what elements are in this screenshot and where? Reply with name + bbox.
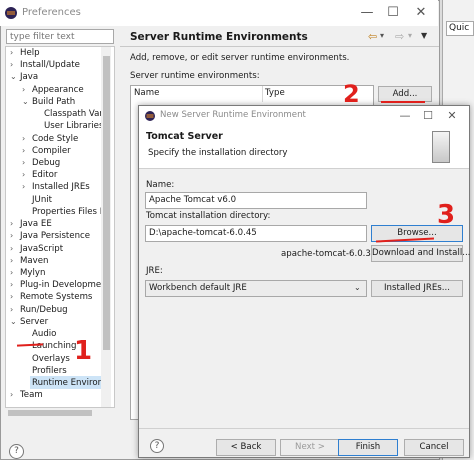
tree-item[interactable]: Java [20,71,38,83]
tree-item[interactable]: Properties Files Ed [32,206,111,218]
tree-item[interactable]: Appearance [32,84,84,96]
tree-item[interactable]: Java Persistence [20,230,90,242]
tree-collapsed-icon[interactable]: › [10,280,13,289]
tree-item[interactable]: Profilers [32,365,67,377]
tree-collapsed-icon[interactable]: › [10,244,13,253]
tree-item[interactable]: Editor [32,169,57,181]
tree-item[interactable]: Runtime Environm [32,377,111,389]
forward-dropdown-icon[interactable]: ▾ [408,31,412,40]
back-arrow-icon[interactable]: ⇦ [368,30,377,43]
tree-item[interactable]: Run/Debug [20,304,68,316]
tree-hscroll-thumb[interactable] [8,410,92,416]
directory-field[interactable]: D:\apache-tomcat-6.0.45 [145,225,367,242]
eclipse-app-icon [5,7,17,19]
version-text: apache-tomcat-6.0.37 [281,249,377,259]
annotation-number-2: 2 [343,80,360,108]
tree-item[interactable]: Remote Systems [20,291,92,303]
back-button[interactable]: < Back [216,439,276,456]
dialog-subtitle: Specify the installation directory [148,148,288,158]
tree-item[interactable]: Compiler [32,145,71,157]
close-icon[interactable]: ✕ [412,4,430,22]
minimize-icon[interactable]: — [358,4,376,22]
tree-collapsed-icon[interactable]: › [10,268,13,277]
tree-collapsed-icon[interactable]: › [10,219,13,228]
tree-collapsed-icon[interactable]: › [10,256,13,265]
tree-collapsed-icon[interactable]: › [22,170,25,179]
close-icon[interactable]: ✕ [444,107,460,125]
tree-item[interactable]: Install/Update [20,59,80,71]
forward-arrow-icon[interactable]: ⇨ [395,30,404,43]
maximize-icon[interactable]: ☐ [384,4,402,22]
jre-label: JRE: [146,266,163,276]
column-divider[interactable] [262,86,263,102]
annotation-underline-add [381,101,425,103]
tree-collapsed-icon[interactable]: › [10,48,13,57]
tree-item[interactable]: Server [20,316,48,328]
jre-select[interactable]: Workbench default JRE [145,280,367,297]
installed-jres-button[interactable]: Installed JREs... [371,280,463,297]
preferences-title: Preferences [22,7,81,18]
tree-collapsed-icon[interactable]: › [10,60,13,69]
annotation-number-1: 1 [74,336,93,366]
tree-collapsed-icon[interactable]: › [10,390,13,399]
tree-item[interactable]: Maven [20,255,49,267]
finish-button[interactable]: Finish [338,439,398,456]
tree-item[interactable]: Java EE [20,218,52,230]
tree-collapsed-icon[interactable]: › [22,85,25,94]
tree-item[interactable]: Debug [32,157,60,169]
column-header-name[interactable]: Name [134,88,159,98]
tree-collapsed-icon[interactable]: › [10,305,13,314]
tree-item[interactable]: Launching [32,340,76,352]
filter-input[interactable] [6,29,114,44]
tree-item[interactable]: Overlays [32,353,70,365]
help-icon[interactable]: ? [150,439,164,453]
name-label: Name: [146,180,175,190]
tree-collapsed-icon[interactable]: › [22,134,25,143]
maximize-icon[interactable]: ☐ [420,107,436,125]
tree-item[interactable]: Help [20,47,40,59]
tree-expanded-icon[interactable]: ⌄ [22,97,29,106]
dialog-footer-divider [139,428,469,429]
tree-collapsed-icon[interactable]: › [10,231,13,240]
tree-collapsed-icon[interactable]: › [22,158,25,167]
tree-scroll-thumb[interactable] [103,56,110,350]
page-title: Server Runtime Environments [130,31,308,43]
tree-item[interactable]: User Libraries [44,120,103,132]
back-dropdown-icon[interactable]: ▾ [380,31,384,40]
annotation-number-3: 3 [437,200,456,230]
environments-label: Server runtime environments: [130,71,260,81]
name-field[interactable]: Apache Tomcat v6.0 [145,192,367,209]
header-divider [120,46,439,47]
column-header-type[interactable]: Type [265,88,285,98]
tree-expanded-icon[interactable]: ⌄ [10,317,17,326]
tree-item[interactable]: Plug-in Development [20,279,110,291]
cancel-button[interactable]: Cancel [404,439,464,456]
directory-label: Tomcat installation directory: [146,211,271,221]
dialog-heading: Tomcat Server [146,131,223,142]
tree-collapsed-icon[interactable]: › [22,182,25,191]
dialog-title: New Server Runtime Environment [160,110,306,120]
tree-item[interactable]: Code Style [32,133,78,145]
tree-item[interactable]: JUnit [32,194,52,206]
tree-collapsed-icon[interactable]: › [22,146,25,155]
tree-item[interactable]: Mylyn [20,267,45,279]
view-menu-icon[interactable]: ▼ [421,31,427,40]
tree-expanded-icon[interactable]: ⌄ [10,72,17,81]
help-icon[interactable]: ? [9,444,24,459]
minimize-icon[interactable]: — [397,107,413,125]
download-install-button[interactable]: Download and Install... [371,245,470,262]
tree-item[interactable]: Team [20,389,43,401]
tree-item[interactable]: JavaScript [20,243,63,255]
tree-item[interactable]: Installed JREs [32,181,90,193]
tree-collapsed-icon[interactable]: › [10,292,13,301]
tree-item[interactable]: Audio [32,328,56,340]
add-button[interactable]: Add... [378,86,432,102]
server-icon [432,131,450,163]
quick-access-input[interactable]: Quic [446,21,474,36]
eclipse-app-icon [145,111,155,121]
chevron-down-icon[interactable]: ⌄ [354,283,361,292]
next-button[interactable]: Next > [280,439,340,456]
tree-item[interactable]: Build Path [32,96,75,108]
page-description: Add, remove, or edit server runtime envi… [130,53,350,63]
